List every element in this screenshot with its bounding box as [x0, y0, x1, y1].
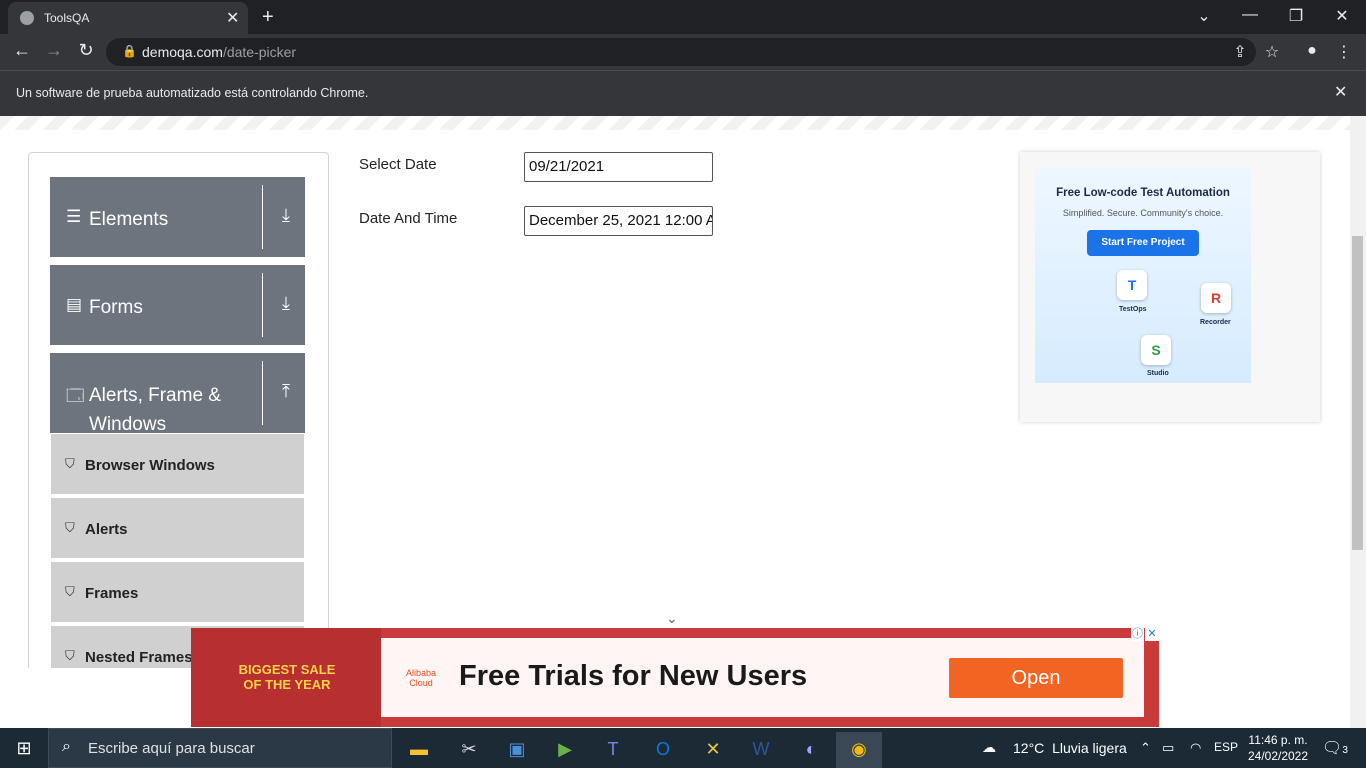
tab-search-icon[interactable]: ⌄ — [1184, 6, 1224, 26]
upload-arrow-icon: ⤒ — [282, 381, 290, 401]
separator — [262, 185, 263, 249]
html5-icon: ⛉ — [65, 456, 75, 471]
date-time-input[interactable]: December 25, 2021 12:00 AM — [524, 206, 713, 236]
lock-icon[interactable]: 🔒 — [122, 44, 137, 58]
ad-subtitle: Simplified. Secure. Community's choice. — [1062, 208, 1224, 218]
banner-sale-text: BIGGEST SALE OF THE YEAR — [238, 662, 336, 692]
tile-label-studio: Studio — [1147, 370, 1169, 377]
language-indicator[interactable]: ESP — [1214, 740, 1238, 754]
excel-icon[interactable]: ✕ — [690, 732, 736, 768]
group-label: Elements — [89, 209, 169, 230]
group-label: Forms — [89, 297, 143, 318]
browser-tab[interactable]: ToolsQA ✕ — [8, 2, 248, 34]
download-arrow-icon: ⤓ — [282, 293, 290, 313]
bookmark-star-icon[interactable]: ☆ — [1260, 42, 1284, 62]
sidebar-item-alerts[interactable]: ⛉ Alerts — [51, 498, 304, 560]
date-time-label: Date And Time — [359, 210, 458, 227]
ad-title: Free Low-code Test Automation — [1056, 187, 1230, 199]
select-date-input[interactable]: 09/21/2021 — [524, 152, 713, 182]
eclipse-icon[interactable]: ◐ — [788, 732, 834, 768]
battery-icon[interactable]: ▭ — [1162, 740, 1174, 756]
outlook-icon[interactable]: O — [640, 732, 686, 768]
url-text[interactable]: demoqa.com/date-picker — [142, 44, 296, 60]
search-placeholder: Escribe aquí para buscar — [88, 740, 255, 757]
infobar-text: Un software de prueba automatizado está … — [16, 86, 369, 100]
remote-desktop-icon[interactable]: ▣ — [494, 732, 540, 768]
restore-icon[interactable]: ❐ — [1276, 6, 1316, 26]
tab-title: ToolsQA — [44, 11, 90, 25]
document-icon: ▤ — [66, 295, 83, 314]
group-label: Alerts, Frame & Windows — [89, 385, 221, 435]
ad-info-icon[interactable]: ⓘ — [1131, 628, 1144, 641]
weather-text[interactable]: 12°C Lluvia ligera — [1013, 740, 1127, 756]
testops-icon: T — [1117, 270, 1147, 300]
item-label: Frames — [85, 585, 139, 602]
snipping-tool-icon[interactable]: ✂ — [446, 732, 492, 768]
sidebar-item-frames[interactable]: ⛉ Frames — [51, 562, 304, 624]
notification-count: 3 — [1342, 745, 1348, 756]
html5-icon: ⛉ — [65, 648, 75, 663]
hamburger-icon: ☰ — [66, 207, 82, 226]
forward-icon[interactable]: → — [42, 40, 66, 61]
url-domain: demoqa.com — [142, 44, 223, 60]
header-pattern — [0, 116, 1350, 130]
download-arrow-icon: ⤓ — [282, 205, 290, 225]
tile-label-recorder: Recorder — [1200, 319, 1231, 326]
recorder-icon: R — [1201, 283, 1231, 313]
studio-icon: S — [1141, 335, 1171, 365]
separator — [262, 273, 263, 337]
url-path: /date-picker — [222, 44, 297, 60]
word-icon[interactable]: W — [738, 732, 784, 768]
sidebar-group-elements[interactable]: ☰ Elements ⤓ — [50, 177, 305, 257]
ad-close-icon[interactable]: ✕ — [1145, 628, 1159, 641]
sidebar-group-forms[interactable]: ▤ Forms ⤓ — [50, 265, 305, 345]
file-explorer-icon[interactable]: ▬ — [396, 732, 442, 768]
share-icon[interactable]: ⇪ — [1228, 42, 1252, 62]
chevron-up-icon[interactable]: ⌃ — [1140, 740, 1151, 756]
temperature: 12°C — [1013, 740, 1045, 756]
banner-headline: Free Trials for New Users — [459, 660, 808, 692]
alibaba-logo: Alibaba Cloud — [405, 668, 437, 688]
html5-icon: ⛉ — [65, 520, 75, 535]
clock-date: 24/02/2022 — [1247, 749, 1309, 763]
minimize-icon[interactable]: — — [1230, 6, 1270, 24]
chrome-icon[interactable]: ◉ — [836, 732, 882, 768]
weather-condition: Lluvia ligera — [1052, 740, 1127, 756]
close-tab-icon[interactable]: ✕ — [226, 8, 239, 28]
scrollbar-thumb[interactable] — [1352, 236, 1363, 550]
windows-start-icon[interactable]: ⊞ — [0, 728, 48, 768]
globe-icon — [20, 11, 34, 25]
infobar-close-icon[interactable]: ✕ — [1334, 82, 1347, 102]
sidebar-group-alerts-frame-windows[interactable]: 🗔 Alerts, Frame & Windows ⤒ — [50, 353, 305, 435]
teams-icon[interactable]: T — [590, 732, 636, 768]
media-player-icon[interactable]: ▶ — [542, 732, 588, 768]
reload-icon[interactable]: ↻ — [74, 40, 98, 61]
back-icon[interactable]: ← — [10, 40, 34, 61]
weather-cloud-icon[interactable]: ☁ — [982, 739, 996, 756]
ad-start-button[interactable]: Start Free Project — [1087, 230, 1199, 256]
item-label: Alerts — [85, 521, 128, 538]
notifications-icon[interactable]: 🗨3 — [1322, 738, 1348, 758]
search-icon: ⌕ — [62, 738, 71, 755]
banner-open-button[interactable]: Open — [949, 658, 1123, 698]
clock-time: 11:46 p. m. — [1248, 733, 1308, 747]
separator — [262, 361, 263, 425]
item-label: Nested Frames — [85, 649, 193, 666]
select-date-label: Select Date — [359, 156, 437, 173]
sidebar-item-browser-windows[interactable]: ⛉ Browser Windows — [51, 434, 304, 496]
profile-icon[interactable]: ● — [1300, 42, 1324, 60]
html5-icon: ⛉ — [65, 584, 75, 599]
taskbar-clock[interactable]: 11:46 p. m. 24/02/2022 — [1242, 732, 1314, 764]
wifi-icon[interactable]: ◠ — [1190, 740, 1201, 756]
window-icon: 🗔 — [66, 386, 85, 405]
menu-kebab-icon[interactable]: ⋮ — [1332, 42, 1356, 62]
item-label: Browser Windows — [85, 457, 215, 474]
tile-label-testops: TestOps — [1119, 306, 1147, 313]
chevron-down-icon[interactable]: ⌄ — [666, 610, 678, 627]
new-tab-icon[interactable]: + — [262, 6, 274, 29]
close-window-icon[interactable]: ✕ — [1322, 6, 1362, 26]
